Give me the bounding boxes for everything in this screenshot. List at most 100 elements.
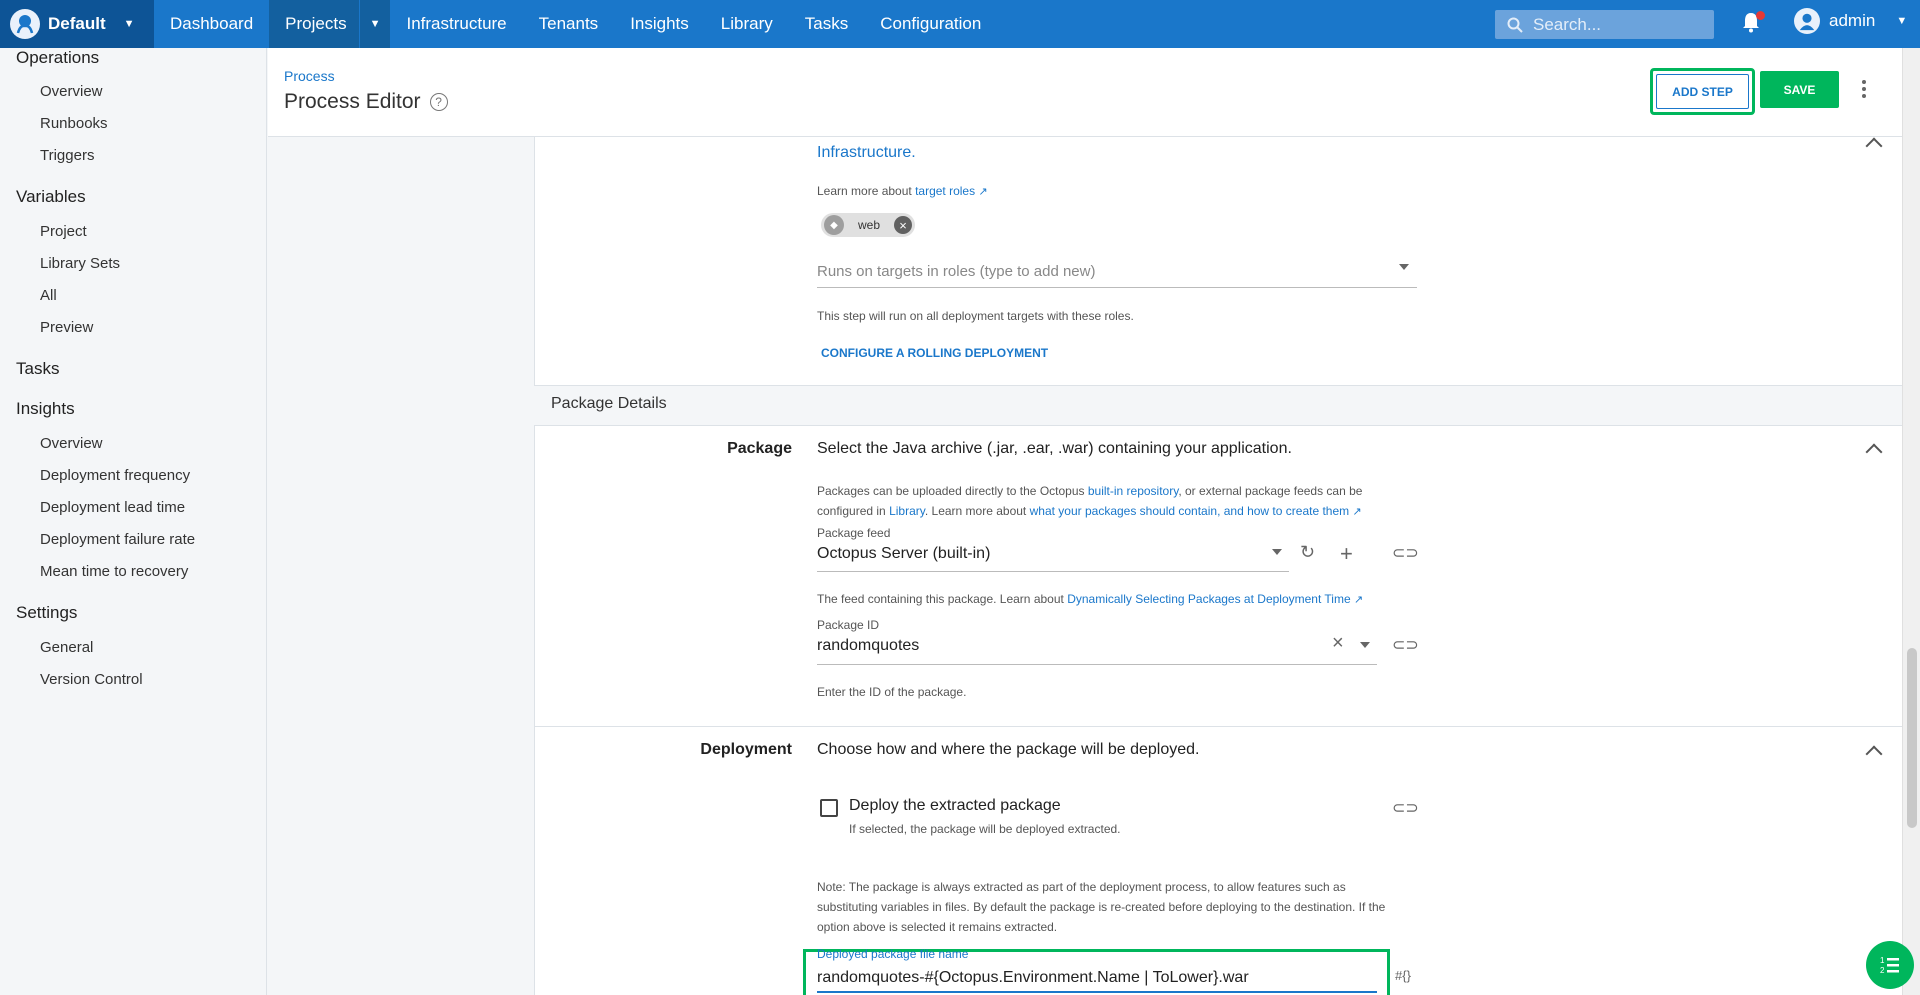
link-icon[interactable]: ⊂⊃ — [1392, 543, 1419, 563]
process-list-icon[interactable]: 12 — [1866, 941, 1914, 989]
external-link-icon: ↗ — [1354, 594, 1364, 606]
chevron-down-icon: ▼ — [123, 18, 135, 30]
roles-select-placeholder[interactable]: Runs on targets in roles (type to add ne… — [817, 263, 1095, 280]
package-info-part1: Packages can be uploaded directly to the… — [817, 484, 1085, 498]
built-in-repository-link[interactable]: built-in repository — [1088, 484, 1178, 498]
package-info-part2: , or external package feeds can be — [1178, 484, 1363, 498]
divider — [534, 726, 1902, 727]
sidebar-item-deployment-failure-rate[interactable]: Deployment failure rate — [40, 531, 195, 548]
roles-hint: This step will run on all deployment tar… — [817, 309, 1134, 323]
dropdown-caret-icon[interactable] — [1272, 549, 1282, 555]
help-icon[interactable]: ? — [429, 93, 448, 111]
sidebar-item-general[interactable]: General — [40, 639, 93, 656]
sidebar-heading-operations[interactable]: Operations — [16, 48, 99, 68]
deployed-filename-label: Deployed package file name — [817, 947, 969, 961]
sidebar-heading-insights[interactable]: Insights — [16, 399, 75, 419]
sidebar-heading-settings[interactable]: Settings — [16, 603, 77, 623]
package-row-label: Package — [727, 440, 792, 457]
dynamic-packages-link[interactable]: Dynamically Selecting Packages at Deploy… — [1067, 592, 1350, 606]
sidebar-item-triggers[interactable]: Triggers — [40, 147, 94, 164]
sidebar-item-runbooks[interactable]: Runbooks — [40, 115, 108, 132]
sidebar-item-mean-time-to-recovery[interactable]: Mean time to recovery — [40, 563, 188, 580]
feed-hint: The feed containing this package. Learn … — [817, 592, 1363, 606]
svg-text:2: 2 — [1880, 966, 1885, 975]
search-input[interactable]: Search... — [1495, 10, 1714, 39]
search-placeholder: Search... — [1533, 14, 1602, 34]
sidebar-item-deployment-lead-time[interactable]: Deployment lead time — [40, 499, 185, 516]
package-id-hint: Enter the ID of the package. — [817, 685, 967, 699]
package-details-section-header: Package Details — [534, 385, 1902, 426]
library-link[interactable]: Library — [889, 504, 925, 518]
sidebar: Operations Overview Runbooks Triggers Va… — [0, 48, 267, 995]
deploy-extracted-hint: If selected, the package will be deploye… — [849, 822, 1121, 836]
page-title: Process Editor ? — [284, 90, 448, 114]
dropdown-caret-icon[interactable] — [1360, 642, 1370, 648]
feed-hint-prefix: The feed containing this package. Learn … — [817, 592, 1064, 606]
nav-tenants[interactable]: Tenants — [523, 0, 615, 48]
octopus-logo-icon — [10, 9, 40, 39]
nav-dashboard[interactable]: Dashboard — [154, 0, 269, 48]
sidebar-item-project[interactable]: Project — [40, 223, 87, 240]
link-icon[interactable]: ⊂⊃ — [1392, 798, 1419, 818]
sidebar-heading-variables[interactable]: Variables — [16, 187, 86, 207]
package-id-input[interactable]: randomquotes — [817, 637, 919, 655]
top-nav: Default ▼ Dashboard Projects ▼ Infrastru… — [0, 0, 1920, 48]
package-feed-label: Package feed — [817, 526, 891, 540]
chevron-down-icon[interactable]: ▼ — [360, 18, 381, 30]
scrollbar[interactable] — [1902, 48, 1920, 995]
nav-configuration[interactable]: Configuration — [864, 0, 997, 48]
scrollbar-thumb[interactable] — [1907, 648, 1917, 828]
learn-roles-text: Learn more about target roles ↗ — [817, 184, 988, 198]
target-roles-link[interactable]: target roles — [915, 184, 975, 198]
external-link-icon: ↗ — [1352, 506, 1362, 518]
nav-projects-label: Projects — [285, 14, 347, 33]
notification-bell-icon[interactable] — [1741, 11, 1765, 35]
package-feed-select[interactable]: Octopus Server (built-in) — [817, 545, 990, 563]
role-chip-label: web — [858, 218, 881, 232]
external-link-icon: ↗ — [978, 186, 988, 198]
sidebar-item-preview[interactable]: Preview — [40, 319, 93, 336]
nav-tasks[interactable]: Tasks — [789, 0, 864, 48]
avatar — [1794, 8, 1820, 34]
sidebar-item-deployment-frequency[interactable]: Deployment frequency — [40, 467, 190, 484]
package-help-link[interactable]: what your packages should contain, and h… — [1030, 504, 1350, 518]
role-chip: ◆ web × — [821, 213, 915, 237]
variable-icon[interactable]: #{} — [1395, 968, 1411, 983]
sidebar-item-version-control[interactable]: Version Control — [40, 671, 143, 688]
remove-chip-icon[interactable]: × — [894, 216, 913, 234]
link-icon[interactable]: ⊂⊃ — [1392, 635, 1419, 655]
user-name: admin — [1829, 11, 1876, 30]
sidebar-item-overview[interactable]: Overview — [40, 83, 103, 100]
refresh-icon[interactable]: ↻ — [1300, 542, 1315, 563]
sidebar-item-insights-overview[interactable]: Overview — [40, 435, 103, 452]
deploy-extracted-label[interactable]: Deploy the extracted package — [849, 797, 1061, 815]
space-name: Default — [48, 14, 106, 33]
roles-select-underline — [817, 287, 1417, 288]
save-button[interactable]: SAVE — [1760, 71, 1839, 108]
sidebar-item-all[interactable]: All — [40, 287, 57, 304]
sidebar-heading-tasks[interactable]: Tasks — [16, 359, 59, 379]
add-icon[interactable]: + — [1340, 541, 1353, 567]
add-step-highlight: ADD STEP — [1650, 68, 1755, 115]
user-menu[interactable]: admin ▼ — [1794, 8, 1907, 34]
deployed-filename-input[interactable]: randomquotes-#{Octopus.Environment.Name … — [817, 969, 1249, 987]
deployment-note: Note: The package is always extracted as… — [817, 877, 1385, 937]
nav-insights[interactable]: Insights — [614, 0, 705, 48]
deploy-extracted-checkbox[interactable] — [820, 799, 838, 817]
clear-icon[interactable]: × — [1332, 632, 1344, 655]
notification-dot — [1756, 11, 1765, 20]
breadcrumb[interactable]: Process — [284, 68, 335, 84]
more-options-icon[interactable] — [1862, 80, 1866, 101]
dropdown-caret-icon[interactable] — [1399, 264, 1409, 270]
nav-library[interactable]: Library — [705, 0, 789, 48]
sidebar-item-library-sets[interactable]: Library Sets — [40, 255, 120, 272]
nav-infrastructure[interactable]: Infrastructure — [390, 0, 522, 48]
configure-rolling-deployment-button[interactable]: CONFIGURE A ROLLING DEPLOYMENT — [821, 346, 1048, 360]
deployment-row-label: Deployment — [700, 741, 792, 758]
page-header: Process Process Editor ? ADD STEP SAVE — [268, 48, 1902, 137]
nav-projects[interactable]: Projects ▼ — [269, 0, 391, 48]
infrastructure-link[interactable]: Infrastructure. — [817, 144, 916, 162]
space-selector[interactable]: Default ▼ — [0, 0, 154, 48]
add-step-button[interactable]: ADD STEP — [1656, 74, 1749, 109]
tag-icon: ◆ — [824, 215, 844, 235]
